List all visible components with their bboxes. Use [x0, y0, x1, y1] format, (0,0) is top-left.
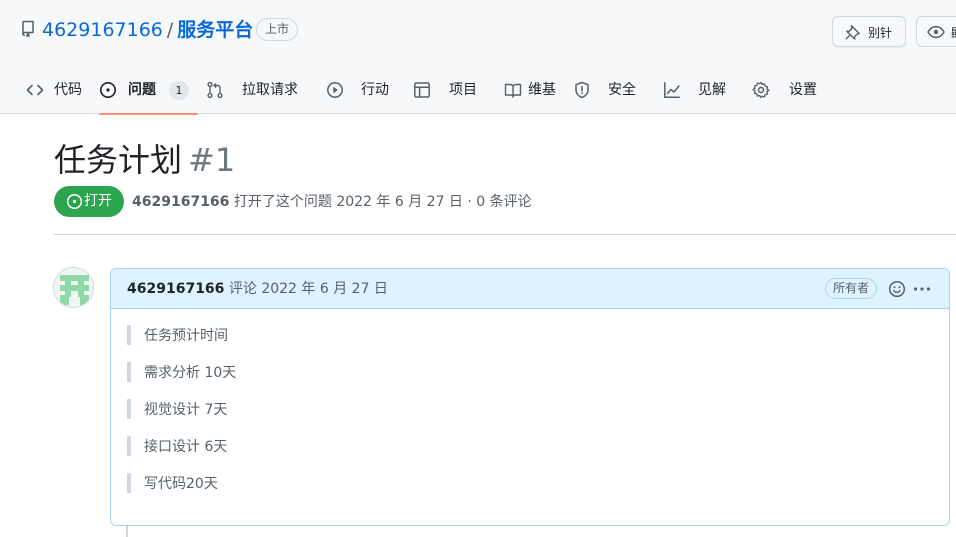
comment-author-link[interactable]: 4629167166 — [127, 281, 224, 297]
tab-projects-label: 项目 — [449, 82, 477, 98]
repo-separator: / — [166, 19, 174, 41]
pin-button[interactable]: 别针 — [832, 16, 906, 47]
tab-actions[interactable]: 行动 — [326, 66, 392, 114]
shield-icon — [575, 81, 589, 99]
repo-owner-link[interactable]: 4629167166 — [42, 19, 163, 41]
comment-body: 任务预计时间 需求分析 10天 视觉设计 7天 接口设计 6天 写代码20天 — [127, 321, 927, 506]
selected-tab-underline — [99, 113, 198, 115]
issue-title: 任务计划 #1 — [54, 140, 235, 180]
repo-title: 4629167166/服务平台 — [42, 17, 253, 43]
blockquote: 写代码20天 — [127, 469, 927, 506]
repo-icon — [22, 20, 34, 38]
repo-name-link[interactable]: 服务平台 — [177, 19, 253, 41]
blockquote: 任务预计时间 — [127, 321, 927, 358]
issue-state-badge: 打开 — [54, 186, 124, 217]
issue-opened-icon — [100, 82, 116, 98]
blockquote-text: 接口设计 6天 — [144, 439, 228, 455]
tab-pull-requests-label: 拉取请求 — [242, 82, 298, 98]
blockquote: 需求分析 10天 — [127, 358, 927, 395]
tab-code-label: 代码 — [54, 82, 82, 98]
git-pull-request-icon — [207, 81, 223, 99]
tab-pull-requests[interactable]: 拉取请求 — [206, 66, 306, 114]
tab-security[interactable]: 安全 — [573, 66, 639, 114]
visibility-badge: 上市 — [256, 18, 299, 41]
blockquote-bar — [127, 325, 131, 345]
tab-code[interactable]: 代码 — [26, 66, 88, 114]
issue-title-text: 任务计划 — [54, 141, 183, 179]
repo-tabs: 代码 问题 1 拉取请求 行动 项目 维基 安全 见解 设置 — [0, 66, 956, 115]
tab-actions-label: 行动 — [361, 82, 389, 98]
tab-projects[interactable]: 项目 — [413, 66, 479, 114]
issue-meta-text: 打开了这个问题 2022 年 6 月 27 日 · 0 条评论 — [229, 194, 532, 210]
tab-wiki-label: 维基 — [528, 82, 556, 98]
blockquote: 接口设计 6天 — [127, 432, 927, 469]
identicon-image — [54, 268, 93, 307]
watch-label: 顯 — [951, 25, 956, 41]
blockquote: 视觉设计 7天 — [127, 395, 927, 432]
blockquote-bar — [127, 436, 131, 456]
graph-icon — [664, 82, 680, 98]
tab-security-label: 安全 — [608, 82, 636, 98]
blockquote-bar — [127, 473, 131, 493]
comment-header: 4629167166 评论 2022 年 6 月 27 日 所有者 — [111, 269, 949, 309]
blockquote-text: 写代码20天 — [144, 476, 218, 492]
tab-settings-label: 设置 — [789, 82, 817, 98]
issue-state-label: 打开 — [84, 193, 112, 209]
eye-icon — [927, 25, 945, 39]
play-icon — [327, 82, 343, 98]
tab-insights[interactable]: 见解 — [663, 66, 729, 114]
tab-issues[interactable]: 问题 1 — [99, 66, 198, 115]
tab-wiki[interactable]: 维基 — [504, 66, 564, 114]
issue-author-link[interactable]: 4629167166 — [132, 194, 229, 210]
issue-meta: 4629167166 打开了这个问题 2022 年 6 月 27 日 · 0 条… — [132, 193, 532, 211]
avatar[interactable] — [53, 267, 94, 308]
issue-opened-icon — [66, 193, 83, 210]
owner-badge: 所有者 — [825, 278, 878, 299]
header-divider — [54, 234, 956, 235]
repo-header: 4629167166/服务平台 上市 别针 顯 代码 问题 1 — [0, 0, 956, 115]
comment-meta-text[interactable]: 评论 2022 年 6 月 27 日 — [224, 281, 388, 297]
code-icon — [26, 84, 44, 96]
issues-count-badge: 1 — [169, 81, 189, 100]
blockquote-bar — [127, 399, 131, 419]
blockquote-text: 需求分析 10天 — [144, 365, 237, 381]
tab-insights-label: 见解 — [698, 82, 726, 98]
smiley-icon[interactable] — [887, 279, 907, 299]
issue-number: #1 — [188, 141, 236, 179]
tab-issues-label: 问题 — [128, 82, 156, 98]
pin-icon — [845, 25, 860, 40]
gear-icon — [752, 81, 770, 99]
kebab-horizontal-icon[interactable] — [912, 279, 932, 299]
comment-meta: 4629167166 评论 2022 年 6 月 27 日 — [127, 280, 388, 298]
watch-button[interactable]: 顯 — [916, 16, 956, 47]
pin-label: 别针 — [868, 26, 893, 40]
blockquote-bar — [127, 362, 131, 382]
tab-settings[interactable]: 设置 — [752, 66, 822, 114]
book-icon — [504, 83, 522, 98]
blockquote-text: 任务预计时间 — [144, 328, 228, 344]
table-icon — [414, 82, 430, 98]
blockquote-text: 视觉设计 7天 — [144, 402, 228, 418]
comment-box: 4629167166 评论 2022 年 6 月 27 日 所有者 任务预计时间… — [110, 268, 950, 526]
